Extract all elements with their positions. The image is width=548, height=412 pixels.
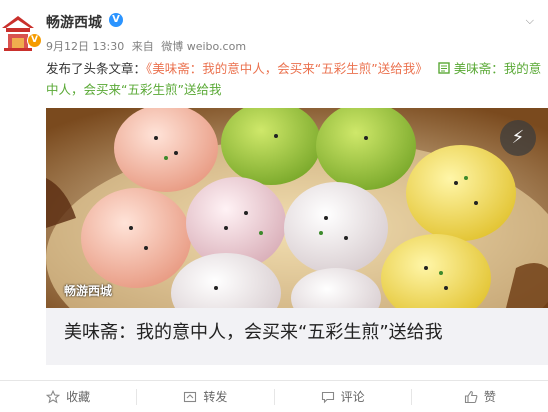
avatar[interactable] (0, 8, 36, 56)
comment-button[interactable]: 评论 (275, 388, 412, 405)
comment-label: 评论 (340, 390, 365, 404)
source-from: 来自 (131, 40, 154, 53)
lightning-icon[interactable]: ⚡ (500, 120, 536, 156)
repost-button[interactable]: 转发 (137, 388, 275, 405)
article-link[interactable]: 《美味斋：我的意中人，会买来“五彩生煎”送给我》 (146, 61, 428, 76)
favorite-label: 收藏 (66, 390, 91, 404)
like-label: 赞 (483, 390, 496, 404)
chevron-down-icon[interactable]: ⌵ (526, 14, 534, 28)
thumbs-up-icon (464, 390, 478, 403)
post-text: 发布了头条文章：《美味斋：我的意中人，会买来“五彩生煎”送给我》 美味斋：我的意中… (46, 58, 546, 100)
article-card-title[interactable]: 美味斋：我的意中人，会买来“五彩生煎”送给我 (64, 318, 443, 344)
star-icon (46, 389, 61, 403)
post-meta: 9月12日 13:30 来自 微博 weibo.com (46, 38, 250, 54)
article-cover-image[interactable] (46, 108, 548, 308)
post-source[interactable]: 微博 weibo.com (161, 40, 246, 53)
dumplings-image (46, 108, 548, 308)
username[interactable]: 畅游西城 (46, 12, 102, 32)
avatar-logo-icon (0, 8, 36, 56)
article-card[interactable]: ⚡ 畅游西城 美味斋：我的意中人，会买来“五彩生煎”送给我 (46, 108, 548, 365)
comment-icon (321, 391, 334, 403)
article-icon (438, 62, 450, 74)
verified-badge-icon: V (27, 33, 42, 48)
share-icon (184, 391, 197, 402)
repost-label: 转发 (203, 390, 228, 404)
like-button[interactable]: 赞 (412, 389, 548, 405)
favorite-button[interactable]: 收藏 (0, 388, 138, 405)
verified-icon: V (109, 13, 123, 27)
post-prefix: 发布了头条文章： (46, 61, 147, 76)
post-time[interactable]: 9月12日 13:30 (46, 40, 124, 53)
action-bar: 收藏 转发 评论 赞 (0, 380, 548, 412)
image-watermark: 畅游西城 (64, 284, 113, 298)
